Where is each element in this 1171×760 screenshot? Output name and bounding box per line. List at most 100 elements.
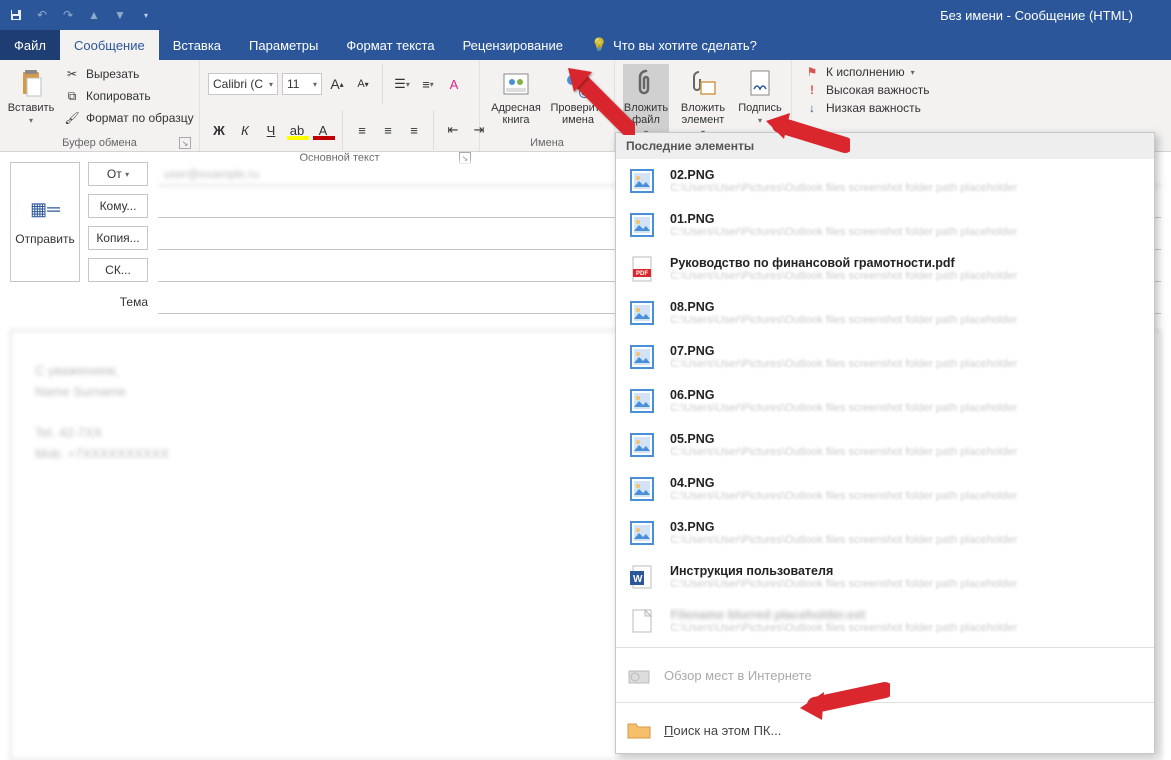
cc-button[interactable]: Копия... [88,226,148,250]
align-center-button[interactable]: ≡ [377,119,399,141]
recent-file-item[interactable]: 05.PNGC:\Users\User\Pictures\Outlook fil… [616,423,1154,467]
shrink-font-button[interactable]: A▾ [352,73,374,95]
decrease-indent-button[interactable]: ⇤ [442,119,464,141]
italic-button[interactable]: К [234,119,256,141]
address-book-button[interactable]: Адресная книга [488,64,544,130]
file-name: 06.PNG [670,388,1144,402]
quick-access-toolbar: ↶ ↷ ▲ ▼ ▾ [8,7,154,23]
tab-message[interactable]: Сообщение [60,30,159,60]
clear-formatting-button[interactable]: A [443,73,465,95]
file-type-icon: PDF [626,253,658,285]
window-title: Без имени - Сообщение (HTML) [154,8,1163,23]
tellme-label: Что вы хотите сделать? [613,38,757,53]
undo-icon[interactable]: ↶ [34,7,50,23]
font-name-combo[interactable]: Calibri (С▾ [208,73,278,95]
bullets-button[interactable]: ☰▾ [391,73,413,95]
names-group-label: Имена [488,135,606,151]
font-size-combo[interactable]: 11▾ [282,73,322,95]
recent-file-item[interactable]: 08.PNGC:\Users\User\Pictures\Outlook fil… [616,291,1154,335]
address-book-label: Адресная книга [490,102,542,126]
dialog-launcher-icon[interactable]: ↘ [179,137,191,149]
recent-file-item[interactable]: Filename blurred placeholder.extC:\Users… [616,599,1154,643]
tab-review[interactable]: Рецензирование [449,30,577,60]
recent-file-item[interactable]: 04.PNGC:\Users\User\Pictures\Outlook fil… [616,467,1154,511]
align-right-button[interactable]: ≡ [403,119,425,141]
attach-file-button[interactable]: Вложить файл▾ [623,64,669,141]
attach-file-label: Вложить файл [624,102,668,126]
browse-pc-item[interactable]: Поиск на этом ПК... [616,707,1154,753]
file-type-icon [626,341,658,373]
recent-file-item[interactable]: 01.PNGC:\Users\User\Pictures\Outlook fil… [616,203,1154,247]
svg-text:W: W [633,574,643,585]
recent-file-item[interactable]: PDFРуководство по финансовой грамотности… [616,247,1154,291]
file-type-icon [626,385,658,417]
recent-file-item[interactable]: WИнструкция пользователяC:\Users\User\Pi… [616,555,1154,599]
signature-button[interactable]: Подпись▾ [737,64,783,129]
chevron-down-icon: ▾ [29,116,33,125]
follow-up-button[interactable]: ⚑К исполнению▾ [800,64,933,80]
file-type-icon [626,209,658,241]
signature-label: Подпись [738,102,782,114]
envelope-icon: ▦═ [30,199,60,220]
save-icon[interactable] [8,7,24,23]
file-path: C:\Users\User\Pictures\Outlook files scr… [670,490,1144,502]
align-left-button[interactable]: ≡ [351,119,373,141]
to-button[interactable]: Кому... [88,194,148,218]
redo-icon[interactable]: ↷ [60,7,76,23]
numbering-button[interactable]: ≡▾ [417,73,439,95]
next-icon[interactable]: ▼ [112,7,128,23]
font-color-button[interactable]: A [312,119,334,141]
copy-button[interactable]: ⧉Копировать [60,86,198,106]
file-name: 08.PNG [670,300,1144,314]
low-importance-button[interactable]: ↓ Низкая важность [800,100,933,116]
recent-file-item[interactable]: 06.PNGC:\Users\User\Pictures\Outlook fil… [616,379,1154,423]
recent-file-item[interactable]: 02.PNGC:\Users\User\Pictures\Outlook fil… [616,159,1154,203]
format-painter-button[interactable]: 🖌Формат по образцу [60,108,198,128]
file-path: C:\Users\User\Pictures\Outlook files scr… [670,534,1144,546]
copy-label: Копировать [86,89,151,103]
file-path: C:\Users\User\Pictures\Outlook files scr… [670,270,1144,282]
cut-button[interactable]: ✂Вырезать [60,64,198,84]
exclamation-icon: ! [804,83,820,97]
tab-format[interactable]: Формат текста [332,30,448,60]
file-path: C:\Users\User\Pictures\Outlook files scr… [670,622,1144,634]
highlight-button[interactable]: ab [286,119,308,141]
file-type-icon [626,517,658,549]
prev-icon[interactable]: ▲ [86,7,102,23]
arrow-down-icon: ↓ [804,101,820,115]
file-path: C:\Users\User\Pictures\Outlook files scr… [670,226,1144,238]
format-painter-label: Формат по образцу [86,111,194,125]
underline-button[interactable]: Ч [260,119,282,141]
paste-label: Вставить [8,102,55,114]
recent-items-header: Последние элементы [616,133,1154,159]
qat-customize-icon[interactable]: ▾ [138,7,154,23]
browse-pc-label: Поиск на этом ПК... [664,723,781,738]
from-button[interactable]: От ▾ [88,162,148,186]
title-bar: ↶ ↷ ▲ ▼ ▾ Без имени - Сообщение (HTML) [0,0,1171,30]
tab-insert[interactable]: Вставка [159,30,235,60]
tab-options[interactable]: Параметры [235,30,332,60]
attach-item-button[interactable]: Вложить элемент▾ [675,64,731,141]
tab-tellme[interactable]: 💡Что вы хотите сделать? [577,30,771,60]
send-button[interactable]: ▦═ Отправить [10,162,80,282]
low-importance-label: Низкая важность [826,101,921,115]
tab-file[interactable]: Файл [0,30,60,60]
svg-text:PDF: PDF [636,271,648,277]
bold-button[interactable]: Ж [208,119,230,141]
address-book-icon [500,68,532,100]
file-name: Filename blurred placeholder.ext [670,608,1144,622]
high-importance-button[interactable]: ! Высокая важность [800,82,933,98]
high-importance-label: Высокая важность [826,83,929,97]
file-name: 05.PNG [670,432,1144,446]
grow-font-button[interactable]: A▴ [326,73,348,95]
file-name: 07.PNG [670,344,1144,358]
clipboard-group-label: Буфер обмена↘ [8,135,191,151]
paste-button[interactable]: Вставить ▾ [8,64,54,129]
file-name: Инструкция пользователя [670,564,1144,578]
bcc-button[interactable]: СК... [88,258,148,282]
browse-web-item: Обзор мест в Интернете [616,652,1154,698]
recent-file-item[interactable]: 03.PNGC:\Users\User\Pictures\Outlook fil… [616,511,1154,555]
attach-file-dropdown: Последние элементы 02.PNGC:\Users\User\P… [615,132,1155,754]
check-names-button[interactable]: @ Проверить имена [550,64,606,130]
recent-file-item[interactable]: 07.PNGC:\Users\User\Pictures\Outlook fil… [616,335,1154,379]
